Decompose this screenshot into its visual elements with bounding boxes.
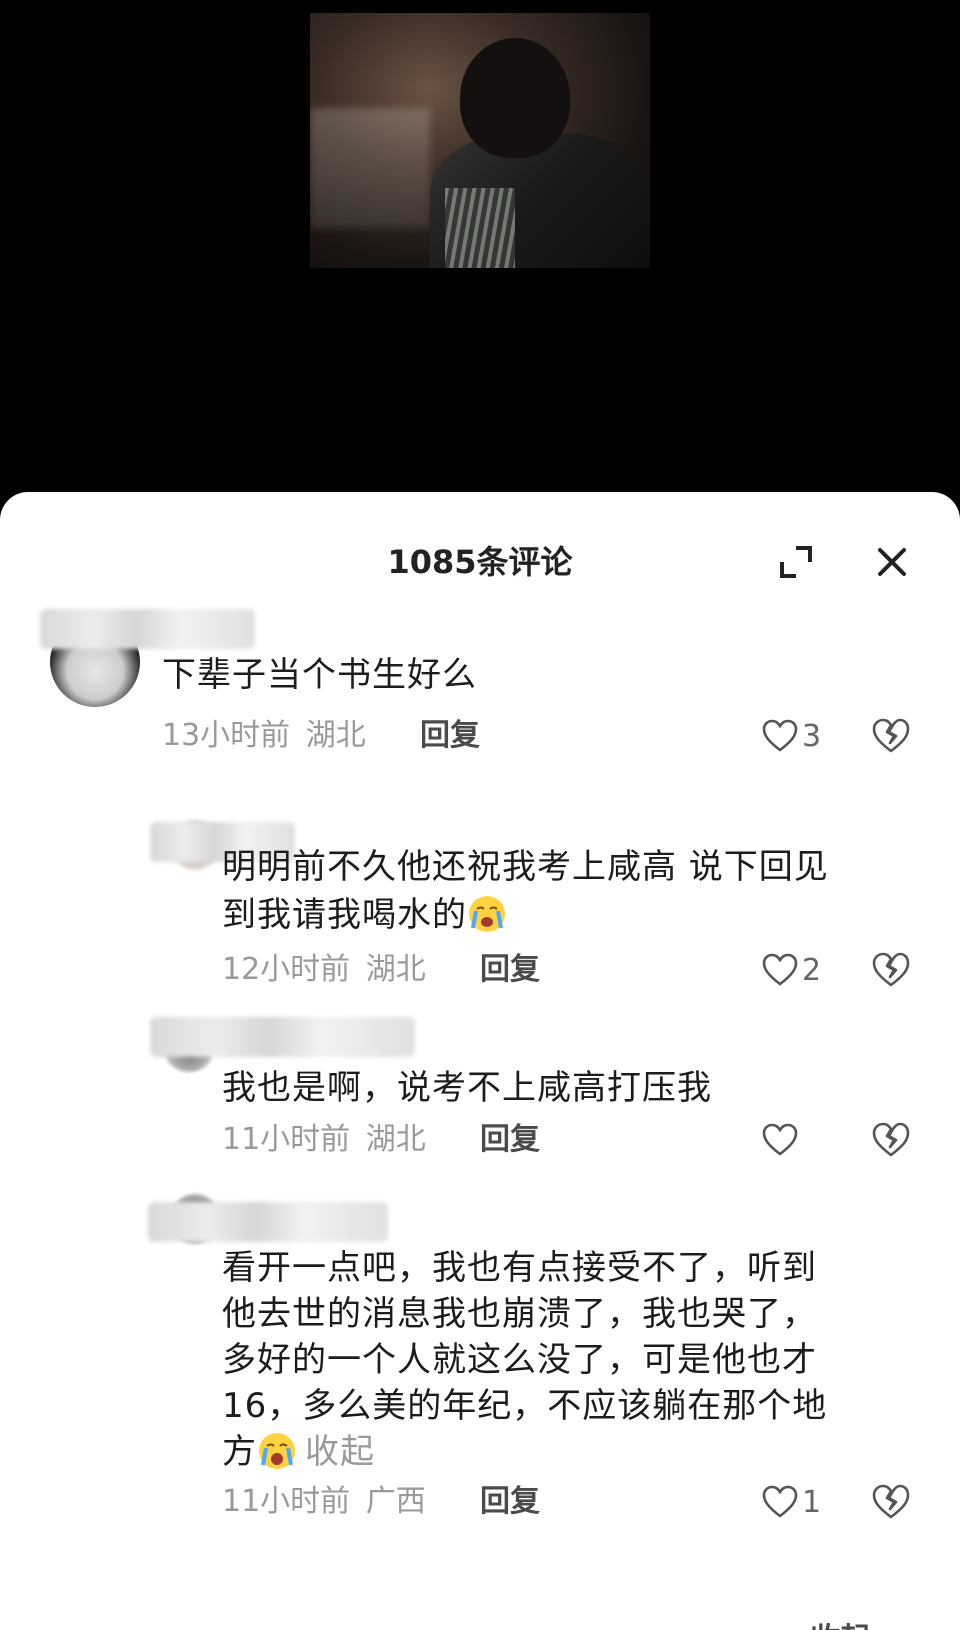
heart-icon (762, 719, 798, 752)
comment-text-line: 多好的一个人就这么没了，可是他也才 (222, 1340, 817, 1380)
like-count: 3 (802, 718, 822, 754)
crying-emoji-icon (467, 894, 507, 934)
comment-text-line: 他去世的消息我也崩溃了，我也哭了， (222, 1294, 817, 1334)
comment-text-segment: 方 (222, 1432, 257, 1472)
username-blurred[interactable] (150, 1017, 415, 1057)
like-count: 2 (802, 952, 822, 988)
comment-location: 湖北 (365, 952, 426, 987)
chevron-up-icon: ︿ (880, 1622, 910, 1630)
comments-sheet: 1085条评论 下辈子当个书生好么 13小时前 湖北 回复 3 明明前不久他还祝… (0, 492, 960, 1630)
video-player[interactable] (0, 0, 960, 495)
shirt-stripes (445, 188, 515, 268)
username-blurred[interactable] (40, 609, 255, 649)
expand-icon[interactable] (776, 542, 816, 582)
heart-icon (762, 1123, 798, 1156)
background-lights (310, 108, 430, 228)
reply-button[interactable]: 回复 (480, 1120, 540, 1160)
comment-meta: 13小时前 湖北 (162, 716, 366, 756)
comment-text-line: 明明前不久他还祝我考上咸高 说下回见 (222, 847, 829, 887)
broken-heart-icon[interactable] (872, 1122, 910, 1160)
reply-button[interactable]: 回复 (480, 950, 540, 990)
reply-button[interactable]: 回复 (420, 716, 480, 756)
comment-meta: 12小时前 湖北 (222, 950, 426, 990)
like-button[interactable] (762, 1120, 802, 1160)
comment-time: 12小时前 (222, 952, 351, 987)
reply-button[interactable]: 回复 (480, 1482, 540, 1522)
comment-text: 我也是啊，说考不上咸高打压我 (222, 1068, 712, 1108)
crying-emoji-icon (257, 1431, 297, 1471)
collapse-label: 收起 (810, 1622, 870, 1630)
like-button[interactable]: 2 (762, 950, 821, 990)
comments-count-title: 1085条评论 (387, 543, 573, 581)
like-count: 1 (802, 1484, 822, 1520)
comment-text-line: 16，多么美的年纪，不应该躺在那个地 (222, 1386, 828, 1426)
like-button[interactable]: 3 (762, 716, 821, 756)
heart-icon (762, 953, 798, 986)
comment-time: 11小时前 (222, 1122, 351, 1157)
comment-text-line: 到我请我喝水的 (222, 892, 507, 938)
comment-location: 广西 (365, 1484, 426, 1519)
video-thumbnail[interactable] (310, 13, 650, 268)
comment-meta: 11小时前 湖北 (222, 1120, 426, 1160)
broken-heart-icon[interactable] (872, 1484, 910, 1522)
comment-location: 湖北 (305, 718, 366, 753)
like-button[interactable]: 1 (762, 1482, 821, 1522)
collapse-text-button[interactable]: 收起 (305, 1432, 375, 1472)
comment-text-line: 方 收起 (222, 1429, 375, 1475)
comment-time: 13小时前 (162, 718, 291, 753)
collapse-replies-button[interactable]: 收起 ︿ (810, 1614, 910, 1630)
comment-meta: 11小时前 广西 (222, 1482, 426, 1522)
close-icon[interactable] (872, 542, 912, 582)
username-blurred[interactable] (148, 1202, 388, 1242)
comment-text-line: 看开一点吧，我也有点接受不了，听到 (222, 1248, 817, 1288)
broken-heart-icon[interactable] (872, 952, 910, 990)
broken-heart-icon[interactable] (872, 718, 910, 756)
comment-location: 湖北 (365, 1122, 426, 1157)
comment-time: 11小时前 (222, 1484, 351, 1519)
person-head (460, 38, 570, 158)
sheet-header: 1085条评论 (0, 492, 960, 592)
comment-text: 下辈子当个书生好么 (162, 655, 477, 695)
heart-icon (762, 1485, 798, 1518)
comment-text-segment: 到我请我喝水的 (222, 895, 467, 935)
